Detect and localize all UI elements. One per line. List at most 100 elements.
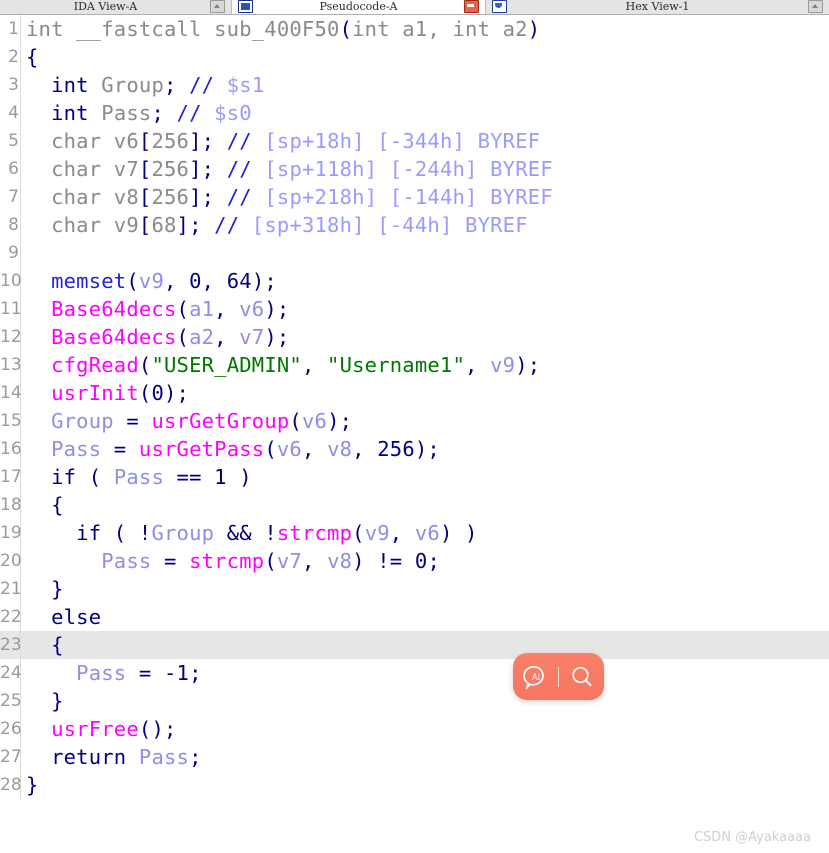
close-tab-icon[interactable] — [464, 0, 479, 13]
code-line[interactable]: 12 Base64decs(a2, v7); — [0, 323, 829, 351]
code-token: v9 — [490, 353, 516, 377]
code-token: 64 — [226, 269, 252, 293]
code-line[interactable]: 10 memset(v9, 0, 64); — [0, 267, 829, 295]
pseudocode-editor[interactable]: 1 int __fastcall sub_400F50(int a1, int a… — [0, 15, 829, 853]
tab-pseudocode-a[interactable]: Pseudocode-A — [232, 0, 486, 14]
line-number: 26 — [0, 715, 22, 743]
code-line-text: else — [21, 603, 101, 631]
maximize-box-icon[interactable] — [808, 0, 823, 13]
code-token: [ — [138, 185, 152, 209]
code-token: } — [51, 577, 64, 601]
code-token: { — [51, 493, 64, 517]
code-line[interactable]: 20 Pass = strcmp(v7, v8) != 0; — [0, 547, 829, 575]
code-token: usrInit — [51, 381, 139, 405]
code-token: ) ) — [439, 521, 478, 545]
code-token: 1 — [214, 465, 227, 489]
tab-ida-view-a[interactable]: IDA View-A — [0, 0, 232, 14]
code-token: int __fastcall sub_400F50 — [26, 17, 340, 41]
code-line[interactable]: 27 return Pass; — [0, 743, 829, 771]
code-token: = — [151, 549, 190, 573]
line-number: 2 — [0, 43, 21, 71]
ai-search-widget[interactable]: AI — [513, 653, 604, 700]
code-line[interactable]: 13 cfgRead("USER_ADMIN", "Username1", v9… — [0, 351, 829, 379]
line-number: 3 — [0, 71, 21, 99]
code-line[interactable]: 7 char v8[256]; // [sp+218h] [-144h] BYR… — [0, 183, 829, 211]
code-token: // — [226, 129, 252, 153]
code-line[interactable]: 26 usrFree(); — [0, 715, 829, 743]
code-token: int — [51, 73, 89, 97]
code-line[interactable]: 16 Pass = usrGetPass(v6, v8, 256); — [0, 435, 829, 463]
code-token: = — [126, 661, 164, 685]
line-number: 27 — [0, 743, 22, 771]
code-line[interactable]: 17 if ( Pass == 1 ) — [0, 463, 829, 491]
code-line[interactable]: 22 else — [0, 603, 829, 631]
code-line[interactable]: 9 — [0, 239, 829, 267]
code-token: 0 — [414, 549, 428, 573]
code-line-text: char v8[256]; // [sp+218h] [-144h] BYREF — [21, 183, 553, 211]
code-token: , — [465, 353, 491, 377]
code-token: [sp+18h] [-344h] BYREF — [251, 129, 541, 153]
code-line[interactable]: 6 char v7[256]; // [sp+118h] [-244h] BYR… — [0, 155, 829, 183]
code-token: ( — [264, 549, 277, 573]
code-line-text: char v9[68]; // [sp+318h] [-44h] BYREF — [21, 211, 528, 239]
code-token: cfgRead — [51, 353, 139, 377]
search-button[interactable] — [559, 653, 604, 700]
code-line[interactable]: 24 Pass = -1; — [0, 659, 829, 687]
code-line[interactable]: 19 if ( !Group && !strcmp(v9, v6) ) — [0, 519, 829, 547]
code-token: ( — [176, 297, 190, 321]
code-line-text — [21, 239, 26, 267]
code-line[interactable]: 15 Group = usrGetGroup(v6); — [0, 407, 829, 435]
code-line[interactable]: 5 char v6[256]; // [sp+18h] [-344h] BYRE… — [0, 127, 829, 155]
line-number: 21 — [0, 575, 22, 603]
code-line[interactable]: 1 int __fastcall sub_400F50(int a1, int a… — [0, 15, 829, 43]
code-line[interactable]: 4 int Pass; // $s0 — [0, 99, 829, 127]
code-line[interactable]: 14 usrInit(0); — [0, 379, 829, 407]
line-number: 22 — [0, 603, 22, 631]
code-line[interactable]: 18 { — [0, 491, 829, 519]
code-line[interactable]: 28} — [0, 771, 829, 799]
code-token: , — [352, 437, 378, 461]
code-token: usrFree — [51, 717, 139, 741]
code-token: v8 — [327, 437, 353, 461]
maximize-box-icon[interactable] — [210, 0, 225, 13]
code-token: Base64decs — [51, 297, 177, 321]
line-number: 12 — [0, 323, 22, 351]
code-line-text: Base64decs(a2, v7); — [21, 323, 289, 351]
code-line-text: Pass = usrGetPass(v6, v8, 256); — [21, 435, 440, 463]
code-line-text: memset(v9, 0, 64); — [21, 267, 277, 295]
code-token: { — [51, 633, 64, 657]
code-token: [ — [138, 213, 152, 237]
code-token: ( — [339, 17, 353, 41]
code-token: ); — [251, 269, 277, 293]
ai-assistant-button[interactable]: AI — [513, 653, 558, 700]
code-line[interactable]: 21 } — [0, 575, 829, 603]
code-line[interactable]: 8 char v9[68]; // [sp+318h] [-44h] BYREF — [0, 211, 829, 239]
code-token: { — [26, 45, 39, 69]
line-number: 17 — [0, 463, 22, 491]
code-line-text: { — [21, 43, 39, 71]
code-line[interactable]: 25 } — [0, 687, 829, 715]
ai-chat-bubble-icon: AI — [522, 665, 544, 690]
code-token: == — [164, 465, 215, 489]
tab-label-ida-view-a: IDA View-A — [73, 0, 138, 13]
tab-hex-view-1[interactable]: Hex View-1 — [486, 0, 829, 14]
code-line[interactable]: 23 { — [0, 631, 829, 659]
code-line-text: int Group; // $s1 — [21, 71, 264, 99]
code-line[interactable]: 3 int Group; // $s1 — [0, 71, 829, 99]
code-line[interactable]: 2{ — [0, 43, 829, 71]
code-line[interactable]: 11 Base64decs(a1, v6); — [0, 295, 829, 323]
line-number: 24 — [0, 659, 22, 687]
line-number: 15 — [0, 407, 22, 435]
line-number: 11 — [0, 295, 22, 323]
code-token: char v8 — [26, 185, 139, 209]
code-token: , — [301, 437, 328, 461]
code-token: 256 — [151, 185, 190, 209]
